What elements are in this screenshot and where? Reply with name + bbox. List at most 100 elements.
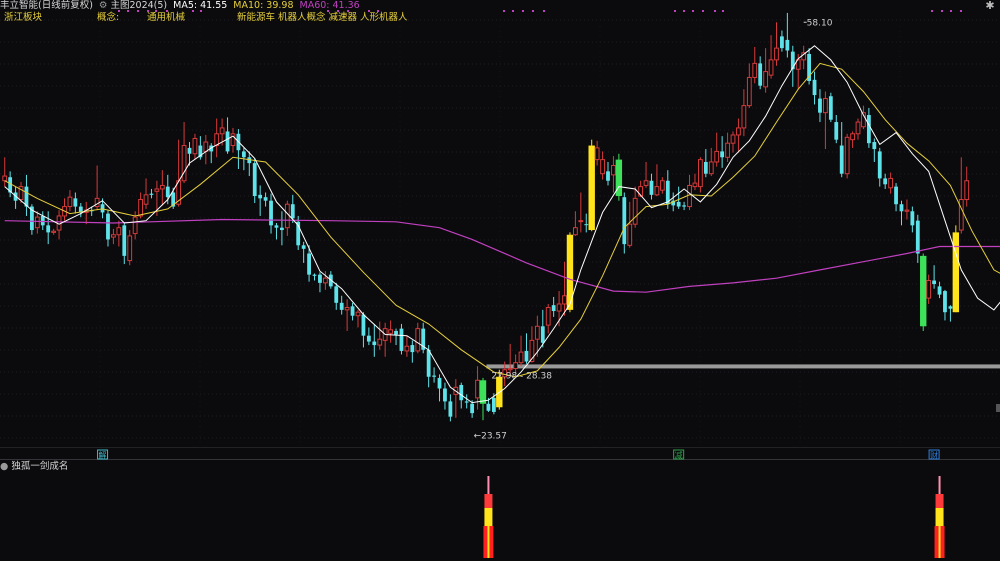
candle-body (730, 134, 736, 144)
candle-body (339, 302, 344, 310)
candle-body (622, 197, 627, 245)
top-marker (931, 10, 933, 12)
candle-body (948, 306, 953, 309)
candle-body (366, 335, 371, 342)
top-marker (692, 10, 694, 12)
candle-body (627, 223, 633, 246)
candle-body (284, 203, 290, 229)
candle-body (687, 184, 692, 208)
candle-body (736, 127, 741, 136)
indicator-name: 独孤一剑成名 (11, 461, 69, 472)
price-chart[interactable]: 58.10 ←23.57 27.98 - 28.38 解 减 财 (0, 0, 1000, 561)
candle-body (958, 199, 964, 231)
theme-tags[interactable]: 新能源车 机器人概念 减速器 人形机器人 (237, 12, 408, 24)
candle-body (181, 145, 187, 182)
candle-body (768, 59, 774, 76)
top-marker (674, 10, 676, 12)
candle-body (545, 307, 551, 326)
candle-body (34, 216, 40, 229)
candle-body (606, 171, 610, 181)
candle-body (600, 159, 605, 175)
candle-body (165, 186, 170, 198)
candle-body (556, 303, 562, 312)
candle-body (252, 163, 257, 197)
candle-body (714, 150, 720, 163)
candle-body (844, 136, 850, 175)
candle-body (872, 142, 877, 150)
candle-body (659, 180, 665, 191)
candle-body (676, 201, 681, 207)
candle-body (464, 401, 469, 403)
candle-body (437, 377, 442, 389)
top-marker (522, 10, 524, 12)
candle-body (937, 286, 942, 295)
stock-chart-window: 58.10 ←23.57 27.98 - 28.38 解 减 财 丰立智能(日线前复权) … (0, 0, 1000, 561)
candle-body (920, 255, 927, 327)
candle-body (192, 137, 198, 155)
candle-body (720, 151, 725, 158)
candle-body (159, 184, 165, 190)
high-price-label: 58.10 (807, 18, 833, 28)
candle-body (572, 227, 578, 236)
settings-icon[interactable]: ⚙ (99, 0, 108, 12)
candle-body (73, 198, 78, 207)
candle-body (127, 235, 133, 262)
candle-body (111, 234, 116, 238)
candle-body (855, 121, 861, 135)
candle-body (562, 295, 567, 305)
candle-body (763, 71, 769, 88)
candle-body (883, 178, 888, 185)
ma60-line (4, 218, 1000, 293)
candle-body (741, 105, 747, 129)
candle-body (51, 230, 57, 233)
ma60-readout: MA60: 41.36 (299, 0, 360, 11)
stock-title[interactable]: 丰立智能(日线前复权) (0, 0, 93, 12)
candle-body (334, 286, 339, 303)
candle-body (312, 274, 317, 276)
candle-body (894, 186, 898, 205)
support-band (486, 364, 1000, 369)
candle-body (540, 326, 545, 343)
signal-bar (484, 508, 493, 526)
concept-value[interactable]: 通用机械 (147, 12, 185, 24)
signal-bar-top (487, 476, 490, 494)
ma10-line (4, 62, 1000, 378)
candle-body (318, 274, 322, 283)
candle-body (394, 330, 398, 335)
candle-body (344, 307, 350, 311)
candle-body (106, 213, 110, 240)
candle-body (67, 196, 73, 208)
ma5-line (4, 45, 1000, 404)
signal-bar (935, 508, 944, 526)
candle-body (703, 161, 708, 174)
candle-body (241, 151, 246, 158)
candle-body (388, 329, 394, 334)
scroll-marker (996, 404, 1000, 412)
candle-body (355, 311, 361, 317)
candle-body (187, 147, 192, 154)
signal-bar-core (487, 526, 490, 558)
event-marker-label: 财 (930, 450, 938, 460)
candle-body (926, 280, 932, 299)
candle-body (459, 384, 464, 401)
concept-label: 概念: (97, 12, 120, 23)
candle-body (943, 291, 947, 313)
top-marker (950, 10, 952, 12)
top-marker (543, 10, 545, 12)
gear-icon[interactable]: ✱ (984, 0, 996, 12)
candle-body (823, 98, 828, 114)
event-marker-label: 解 (99, 450, 107, 460)
candle-body (470, 403, 475, 414)
candle-body (322, 277, 328, 284)
ma10-readout: MA10: 39.98 (233, 0, 294, 11)
candle-body (839, 145, 844, 174)
candle-body (361, 314, 366, 336)
candle-body (219, 127, 225, 135)
candle-body (649, 180, 654, 195)
indicator-label[interactable]: ● 独孤一剑成名 (0, 461, 68, 473)
candle-body (280, 227, 284, 231)
main-chart-selector[interactable]: ⚙ 主图2024(5) (99, 0, 167, 12)
sector-tag[interactable]: 浙江板块 (4, 12, 42, 24)
candle-body (899, 204, 904, 212)
candle-body (203, 141, 209, 152)
